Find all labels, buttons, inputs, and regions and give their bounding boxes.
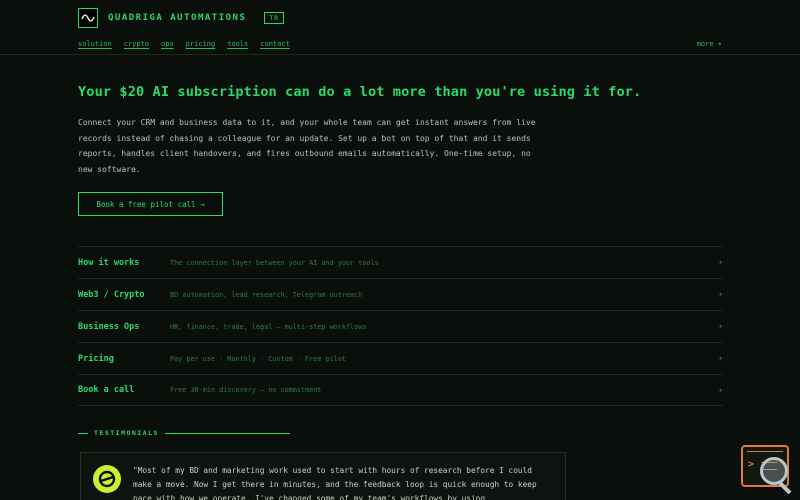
accordion-description: Free 30-min discovery — no commitment	[170, 386, 322, 394]
hero-description: Connect your CRM and business data to it…	[78, 118, 536, 174]
testimonial-quote: "Most of my BD and marketing work used t…	[133, 466, 537, 500]
header-divider	[0, 54, 800, 55]
brand-name[interactable]: QUADRIGA AUTOMATIONS	[108, 13, 246, 23]
accordion-item-book-a-call[interactable]: Book a call Free 30-min discovery — no c…	[78, 374, 723, 406]
brand-row: QUADRIGA AUTOMATIONS TR	[78, 8, 285, 28]
expand-icon[interactable]: +	[715, 322, 723, 331]
accordion-description: BD automation, lead research, Telegram o…	[170, 290, 363, 299]
accordion-item-pricing[interactable]: Pricing Pay per use · Monthly · Custom ·…	[78, 342, 723, 374]
expand-icon[interactable]: +	[715, 354, 723, 363]
nav-more-dropdown[interactable]: more ▾	[697, 40, 722, 48]
nav-link-tools[interactable]: tools	[227, 40, 248, 48]
main-nav: solution crypto ops pricing tools contac…	[78, 40, 722, 48]
magnifier-icon[interactable]	[760, 457, 788, 485]
page: QUADRIGA AUTOMATIONS TR solution crypto …	[0, 0, 800, 500]
accordion-title: Book a call	[78, 385, 135, 395]
accordion-description: The connection layer between your AI and…	[170, 258, 379, 267]
heading-rule-left	[78, 432, 88, 434]
accordion-title: How it works	[78, 257, 140, 268]
testimonials-label: TESTIMONIALS	[94, 429, 159, 437]
nav-link-solution[interactable]: solution	[78, 40, 112, 48]
accordion-title: Web3 / Crypto	[78, 289, 145, 300]
accordion-title: Pricing	[78, 353, 114, 364]
expand-icon[interactable]: +	[715, 290, 723, 299]
feature-accordion: How it works The connection layer betwee…	[78, 246, 723, 406]
nav-link-contact[interactable]: contact	[260, 40, 290, 48]
expand-icon[interactable]: +	[715, 258, 723, 267]
accordion-item-how-it-works[interactable]: How it works The connection layer betwee…	[78, 246, 723, 278]
language-toggle[interactable]: TR	[264, 12, 285, 24]
accordion-title: Business Ops	[78, 321, 140, 332]
nav-link-crypto[interactable]: crypto	[124, 40, 149, 48]
testimonials-heading: TESTIMONIALS	[78, 429, 290, 437]
expand-icon[interactable]: +	[715, 386, 723, 395]
book-pilot-call-button[interactable]: Book a free pilot call →	[78, 192, 223, 216]
company-logo-icon	[98, 470, 116, 488]
avatar	[93, 465, 121, 493]
prompt-icon: >	[748, 459, 755, 470]
nav-link-pricing[interactable]: pricing	[186, 40, 216, 48]
widget-titlebar	[747, 449, 783, 452]
accordion-description: Pay per use · Monthly · Custom · Free pi…	[170, 354, 346, 363]
accordion-description: HR, finance, trade, legal — multi-step w…	[170, 322, 367, 331]
accordion-item-web3-crypto[interactable]: Web3 / Crypto BD automation, lead resear…	[78, 278, 723, 310]
nav-link-ops[interactable]: ops	[161, 40, 174, 48]
heading-rule-right	[164, 432, 290, 434]
wave-logo-icon[interactable]	[78, 8, 98, 28]
accordion-item-business-ops[interactable]: Business Ops HR, finance, trade, legal —…	[78, 310, 723, 342]
hero-title: Your $20 AI subscription can do a lot mo…	[78, 84, 642, 100]
testimonial-card: "Most of my BD and marketing work used t…	[80, 452, 566, 500]
